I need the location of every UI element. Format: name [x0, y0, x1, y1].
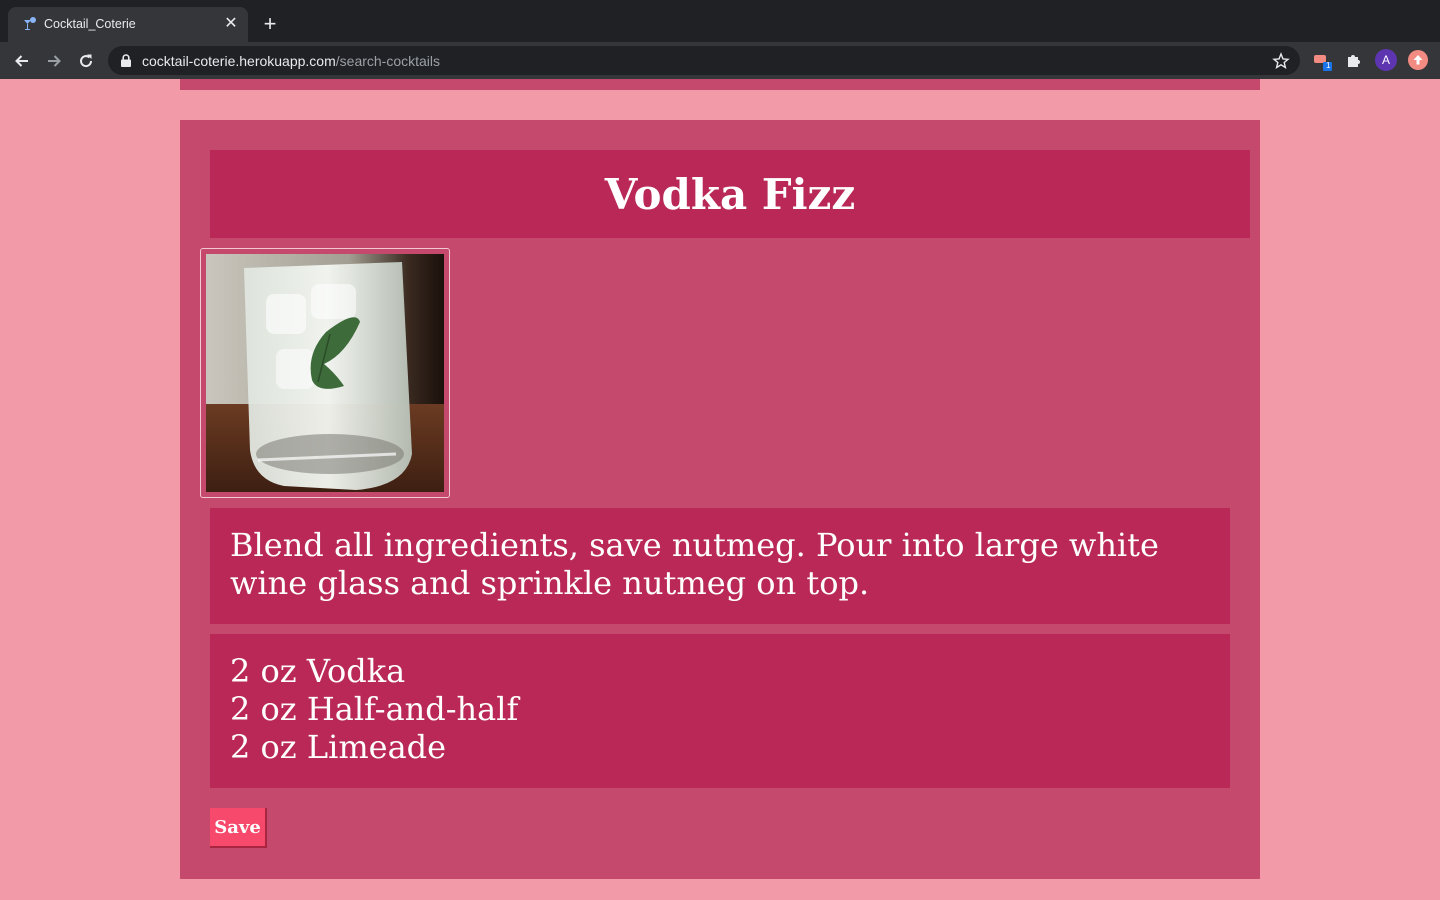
reload-icon[interactable] [74, 49, 98, 73]
lock-icon [121, 54, 131, 67]
extension-badge: 1 [1326, 61, 1331, 70]
back-icon[interactable] [10, 49, 34, 73]
cocktail-card: Vodka Fizz Blend all ingredients, save n… [180, 120, 1260, 879]
close-icon[interactable]: ✕ [222, 15, 240, 33]
title-box: Vodka Fizz [210, 150, 1250, 238]
update-icon[interactable] [1408, 50, 1428, 70]
forward-icon[interactable] [42, 49, 66, 73]
ingredients-box: 2 oz Vodka 2 oz Half-and-half 2 oz Limea… [210, 634, 1230, 788]
cocktail-favicon-icon [24, 17, 36, 30]
new-tab-icon[interactable]: + [259, 13, 281, 36]
instructions-box: Blend all ingredients, save nutmeg. Pour… [210, 508, 1230, 624]
page: Vodka Fizz Blend all ingredients, save n… [0, 79, 1440, 900]
address-bar[interactable]: cocktail-coterie.herokuapp.com/search-co… [108, 46, 1300, 75]
cocktail-image [206, 254, 444, 492]
ingredient-item: 2 oz Half-and-half [230, 690, 519, 728]
browser-tab-bar: Cocktail_Coterie ✕ + [0, 0, 1440, 42]
url-path: /search-cocktails [335, 53, 441, 69]
avatar[interactable]: A [1375, 49, 1397, 71]
url-host: cocktail-coterie.herokuapp.com [142, 53, 336, 69]
url-text: cocktail-coterie.herokuapp.com/search-co… [142, 53, 440, 69]
save-button[interactable]: Save [210, 808, 267, 848]
ingredient-item: 2 oz Vodka [230, 652, 406, 690]
ingredient-item: 2 oz Limeade [230, 728, 447, 766]
browser-tab[interactable]: Cocktail_Coterie ✕ [8, 7, 248, 42]
cocktail-image-frame [200, 248, 450, 498]
star-icon[interactable] [1272, 52, 1290, 70]
instructions-text: Blend all ingredients, save nutmeg. Pour… [230, 526, 1159, 602]
previous-cocktail-card [180, 79, 1260, 90]
cocktail-name: Vodka Fizz [604, 169, 856, 219]
tab-title: Cocktail_Coterie [44, 17, 136, 31]
extension-icon[interactable]: 1 [1312, 51, 1332, 71]
extensions-icon[interactable] [1345, 51, 1365, 71]
browser-toolbar: cocktail-coterie.herokuapp.com/search-co… [0, 42, 1440, 79]
